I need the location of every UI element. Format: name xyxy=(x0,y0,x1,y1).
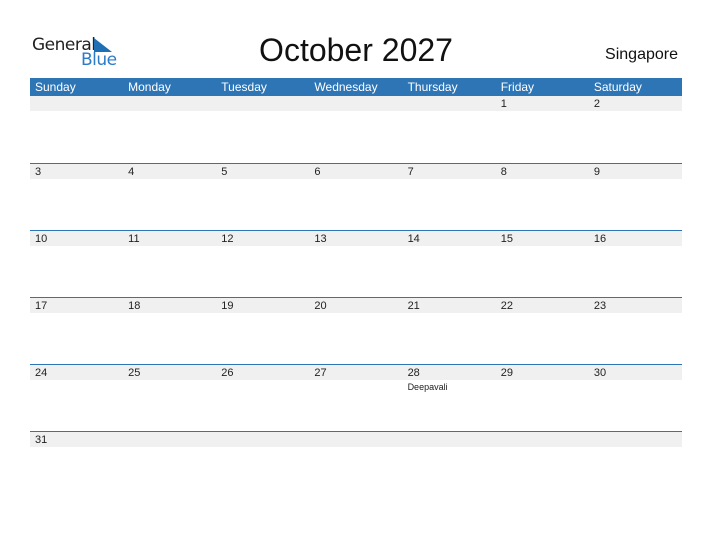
day-number: 8 xyxy=(500,166,507,178)
day-cell: 12 xyxy=(216,231,309,291)
day-number: 6 xyxy=(314,166,321,178)
day-cell: 14 xyxy=(403,231,496,291)
day-cell xyxy=(589,432,682,492)
day-number: 12 xyxy=(221,233,234,245)
weekday-sunday: Sunday xyxy=(35,80,76,94)
day-number: 20 xyxy=(314,300,327,312)
day-cell: 28 Deepavali xyxy=(403,365,496,425)
day-cell: 6 xyxy=(309,164,402,224)
day-cell xyxy=(403,432,496,492)
day-number: 16 xyxy=(593,233,607,245)
day-cell: 3 xyxy=(30,164,123,224)
day-cell: 24 xyxy=(30,365,123,425)
week-row: 24 25 26 27 28 Deepavali 29 30 xyxy=(30,364,682,431)
week-row: 10 11 12 13 14 15 16 xyxy=(30,230,682,297)
day-number: 13 xyxy=(314,233,327,245)
day-number: 1 xyxy=(500,98,507,110)
week-row: 31 xyxy=(30,431,682,498)
day-number: 25 xyxy=(128,367,141,379)
day-number: 9 xyxy=(593,166,600,178)
day-number: 4 xyxy=(128,166,135,178)
day-cell: 30 xyxy=(589,365,682,425)
holiday-label: Deepavali xyxy=(407,382,448,392)
day-cell: 11 xyxy=(123,231,216,291)
calendar-grid: Sunday Monday Tuesday Wednesday Thursday… xyxy=(30,78,682,498)
day-number: 26 xyxy=(221,367,234,379)
week-cells: 24 25 26 27 28 Deepavali 29 30 xyxy=(30,365,682,425)
day-cell: 26 xyxy=(216,365,309,425)
day-cell: 17 xyxy=(30,298,123,358)
week-row: 17 18 19 20 21 22 23 xyxy=(30,297,682,364)
week-cells: 31 xyxy=(30,432,682,492)
day-number: 3 xyxy=(35,166,42,178)
country-label: Singapore xyxy=(605,46,678,63)
day-cell xyxy=(123,96,216,156)
day-cell xyxy=(403,96,496,156)
day-cell: 20 xyxy=(309,298,402,358)
day-cell: 16 xyxy=(589,231,682,291)
day-number: 7 xyxy=(407,166,414,178)
day-cell: 25 xyxy=(123,365,216,425)
day-number: 2 xyxy=(593,98,600,110)
day-number: 23 xyxy=(593,300,607,312)
day-number: 29 xyxy=(500,367,513,379)
weekday-friday: Friday xyxy=(500,80,535,94)
day-number: 30 xyxy=(593,367,607,379)
day-number: 10 xyxy=(35,233,48,245)
day-cell xyxy=(216,432,309,492)
day-cell xyxy=(30,96,123,156)
day-cell xyxy=(309,96,402,156)
day-number: 28 xyxy=(407,367,420,379)
day-cell: 9 xyxy=(589,164,682,224)
day-cell xyxy=(123,432,216,492)
day-cell: 29 xyxy=(496,365,589,425)
weekday-thursday: Thursday xyxy=(407,80,458,94)
day-cell: 22 xyxy=(496,298,589,358)
day-cell: 15 xyxy=(496,231,589,291)
day-cell: 27 xyxy=(309,365,402,425)
day-number: 11 xyxy=(128,233,140,245)
day-cell xyxy=(496,432,589,492)
day-number: 24 xyxy=(35,367,48,379)
weekday-tuesday: Tuesday xyxy=(221,80,267,94)
day-number: 18 xyxy=(128,300,141,312)
day-cell: 13 xyxy=(309,231,402,291)
day-cell: 23 xyxy=(589,298,682,358)
week-cells: 3 4 5 6 7 8 9 xyxy=(30,164,682,224)
day-cell: 19 xyxy=(216,298,309,358)
day-number: 5 xyxy=(221,166,228,178)
week-cells: 17 18 19 20 21 22 23 xyxy=(30,298,682,358)
week-cells: 10 11 12 13 14 15 16 xyxy=(30,231,682,291)
weekday-monday: Monday xyxy=(128,80,171,94)
day-cell: 8 xyxy=(496,164,589,224)
day-cell: 31 xyxy=(30,432,123,492)
day-cell: 18 xyxy=(123,298,216,358)
day-cell: 4 xyxy=(123,164,216,224)
week-cells: 12 xyxy=(30,96,682,156)
day-number: 14 xyxy=(407,233,420,245)
day-number: 31 xyxy=(35,434,48,446)
day-cell: 21 xyxy=(403,298,496,358)
week-row: 3 4 5 6 7 8 9 xyxy=(30,163,682,230)
weekday-header: Sunday Monday Tuesday Wednesday Thursday… xyxy=(30,78,682,96)
day-number: 17 xyxy=(35,300,48,312)
day-number: 15 xyxy=(500,233,513,245)
day-cell: 10 xyxy=(30,231,123,291)
day-cell xyxy=(216,96,309,156)
day-cell: 1 xyxy=(496,96,589,156)
day-cell: 2 xyxy=(589,96,682,156)
weekday-wednesday: Wednesday xyxy=(314,80,378,94)
day-cell: 7 xyxy=(403,164,496,224)
day-number: 19 xyxy=(221,300,234,312)
weeks-container: 1 2 3 4 5 6 7 8 9 10 11 12 13 14 15 16 17 18 19 20 21 22 23 24 2… xyxy=(30,96,682,498)
day-cell: 5 xyxy=(216,164,309,224)
day-number: 22 xyxy=(500,300,513,312)
weekday-saturday: Saturday xyxy=(593,80,642,94)
day-cell xyxy=(309,432,402,492)
day-number: 27 xyxy=(314,367,327,379)
week-row: 12 xyxy=(30,96,682,163)
day-number: 21 xyxy=(407,300,420,312)
